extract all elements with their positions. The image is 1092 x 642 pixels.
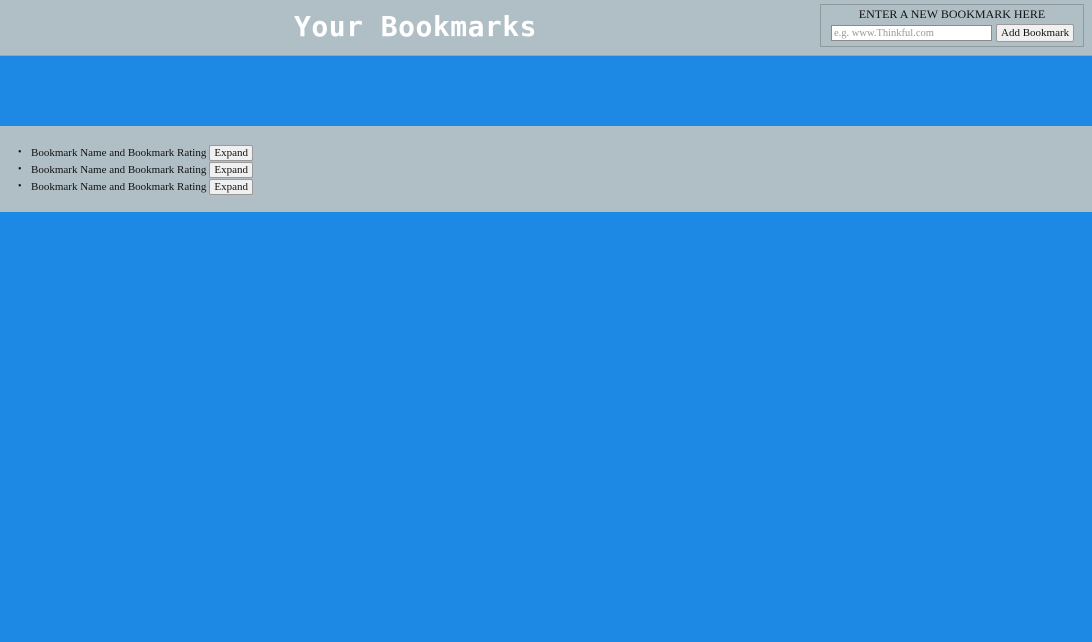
list-item: • Bookmark Name and Bookmark Rating Expa… xyxy=(18,144,253,161)
list-item: • Bookmark Name and Bookmark Rating Expa… xyxy=(18,161,253,178)
bookmarks-panel: • Bookmark Name and Bookmark Rating Expa… xyxy=(0,126,1092,212)
page-header: Your Bookmarks ENTER A NEW BOOKMARK HERE… xyxy=(0,0,1092,56)
bookmark-label: Bookmark Name and Bookmark Rating xyxy=(31,180,207,193)
add-bookmark-button[interactable]: Add Bookmark xyxy=(996,24,1075,42)
add-bookmark-form: ENTER A NEW BOOKMARK HERE Add Bookmark xyxy=(820,4,1084,47)
expand-button[interactable]: Expand xyxy=(209,144,253,161)
add-bookmark-legend: ENTER A NEW BOOKMARK HERE xyxy=(821,7,1083,22)
bullet-icon: • xyxy=(18,164,22,175)
bookmark-list: • Bookmark Name and Bookmark Rating Expa… xyxy=(18,144,253,195)
bullet-icon: • xyxy=(18,181,22,192)
page-title: Your Bookmarks xyxy=(294,10,538,43)
bookmark-label: Bookmark Name and Bookmark Rating xyxy=(31,146,207,159)
bookmark-url-input[interactable] xyxy=(831,25,992,41)
add-bookmark-legend-text: ENTER A NEW BOOKMARK HERE xyxy=(856,7,1048,21)
expand-button[interactable]: Expand xyxy=(209,178,253,195)
bullet-icon: • xyxy=(18,147,22,158)
list-item: • Bookmark Name and Bookmark Rating Expa… xyxy=(18,178,253,195)
expand-button[interactable]: Expand xyxy=(209,161,253,178)
bookmark-label: Bookmark Name and Bookmark Rating xyxy=(31,163,207,176)
